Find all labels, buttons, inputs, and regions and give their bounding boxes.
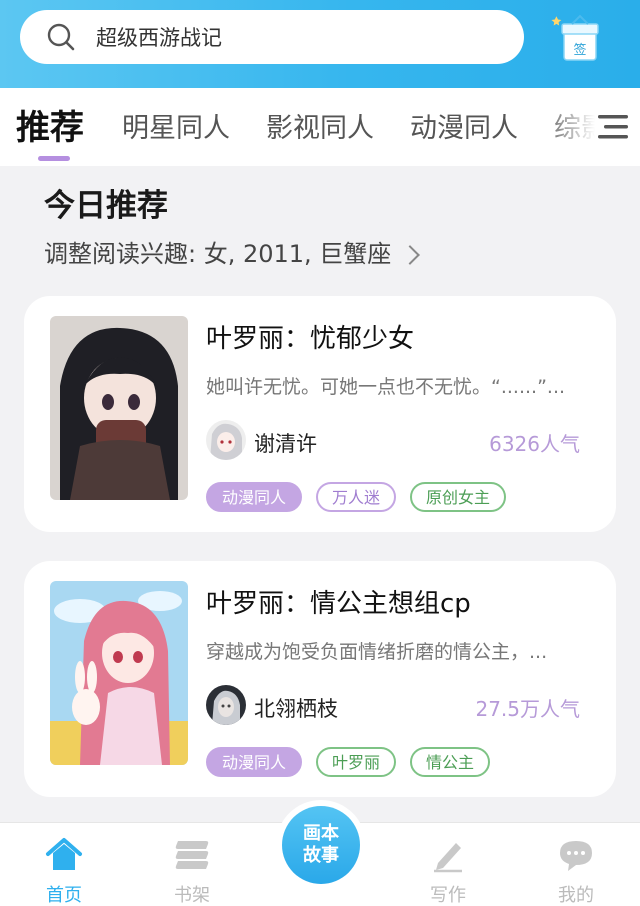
nav-home-label: 首页 bbox=[46, 885, 82, 906]
picture-story-badge: 画本故事 bbox=[282, 806, 360, 884]
tag-chip[interactable]: 叶罗丽 bbox=[316, 747, 397, 777]
search-icon bbox=[47, 23, 75, 51]
book-description: 她叫许无忧。可她一点也不无忧。“......”... bbox=[206, 376, 566, 398]
book-cover-image[interactable] bbox=[50, 581, 188, 765]
nav-shelf-label: 书架 bbox=[174, 885, 210, 906]
author-name[interactable]: 谢清许 bbox=[254, 428, 317, 458]
book-title[interactable]: 叶罗丽：情公主想组cp bbox=[206, 583, 471, 620]
gift-box-icon[interactable]: 签 bbox=[550, 12, 606, 64]
reading-preference-text: 调整阅读兴趣: 女, 2011, 巨蟹座 bbox=[44, 240, 392, 268]
home-icon bbox=[46, 838, 82, 870]
bookshelf-icon bbox=[175, 841, 209, 869]
tag-chip[interactable]: 万人迷 bbox=[316, 482, 397, 512]
nav-home[interactable]: 首页 bbox=[24, 837, 104, 906]
active-tab-indicator bbox=[38, 156, 70, 161]
book-card[interactable]: 叶罗丽：忧郁少女 她叫许无忧。可她一点也不无忧。“......”... 谢清许 … bbox=[24, 296, 616, 532]
author-avatar[interactable] bbox=[206, 420, 246, 460]
tag-list: 动漫同人 万人迷 原创女主 bbox=[206, 482, 507, 512]
tab-recommend[interactable]: 推荐 bbox=[16, 100, 84, 149]
reading-preference-link[interactable]: 调整阅读兴趣: 女, 2011, 巨蟹座 bbox=[44, 234, 421, 269]
tag-list: 动漫同人 叶罗丽 情公主 bbox=[206, 747, 491, 777]
menu-icon[interactable] bbox=[596, 112, 630, 142]
search-placeholder: 超级西游战记 bbox=[96, 26, 222, 50]
section-title: 今日推荐 bbox=[44, 188, 168, 224]
chat-bubble-icon bbox=[560, 841, 592, 871]
nav-mine[interactable]: 我的 bbox=[536, 837, 616, 906]
gift-label: 签 bbox=[573, 42, 586, 58]
tag-chip[interactable]: 情公主 bbox=[410, 747, 491, 777]
nav-shelf[interactable]: 书架 bbox=[152, 837, 232, 906]
tab-celebrity-fanfic[interactable]: 明星同人 bbox=[122, 106, 230, 145]
chevron-right-icon bbox=[400, 245, 421, 265]
tab-anime-fanfic[interactable]: 动漫同人 bbox=[410, 106, 518, 145]
nav-write[interactable]: 写作 bbox=[408, 837, 488, 906]
tag-chip[interactable]: 原创女主 bbox=[410, 482, 507, 512]
picture-story-button[interactable]: 画本故事 bbox=[276, 800, 366, 890]
top-bar: 超级西游战记 签 bbox=[0, 0, 640, 88]
author-avatar[interactable] bbox=[206, 685, 246, 725]
nav-mine-label: 我的 bbox=[558, 885, 594, 906]
book-title[interactable]: 叶罗丽：忧郁少女 bbox=[206, 318, 414, 355]
popularity-count: 27.5万人气 bbox=[475, 697, 580, 721]
tag-chip[interactable]: 动漫同人 bbox=[206, 482, 303, 512]
nav-write-label: 写作 bbox=[430, 885, 466, 906]
popularity-count: 6326人气 bbox=[489, 432, 580, 456]
author-name[interactable]: 北翎栖枝 bbox=[254, 693, 338, 723]
category-tabs: 推荐 明星同人 影视同人 动漫同人 综影 bbox=[0, 88, 640, 166]
tag-chip[interactable]: 动漫同人 bbox=[206, 747, 303, 777]
search-bar[interactable]: 超级西游战记 bbox=[20, 10, 524, 64]
picture-story-label: 画本故事 bbox=[303, 823, 339, 866]
book-cover-image[interactable] bbox=[50, 316, 188, 500]
book-card[interactable]: 叶罗丽：情公主想组cp 穿越成为饱受负面情绪折磨的情公主，... 北翎栖枝 27… bbox=[24, 561, 616, 797]
tab-film-fanfic[interactable]: 影视同人 bbox=[266, 106, 374, 145]
book-description: 穿越成为饱受负面情绪折磨的情公主，... bbox=[206, 641, 548, 663]
pen-icon bbox=[434, 843, 462, 873]
